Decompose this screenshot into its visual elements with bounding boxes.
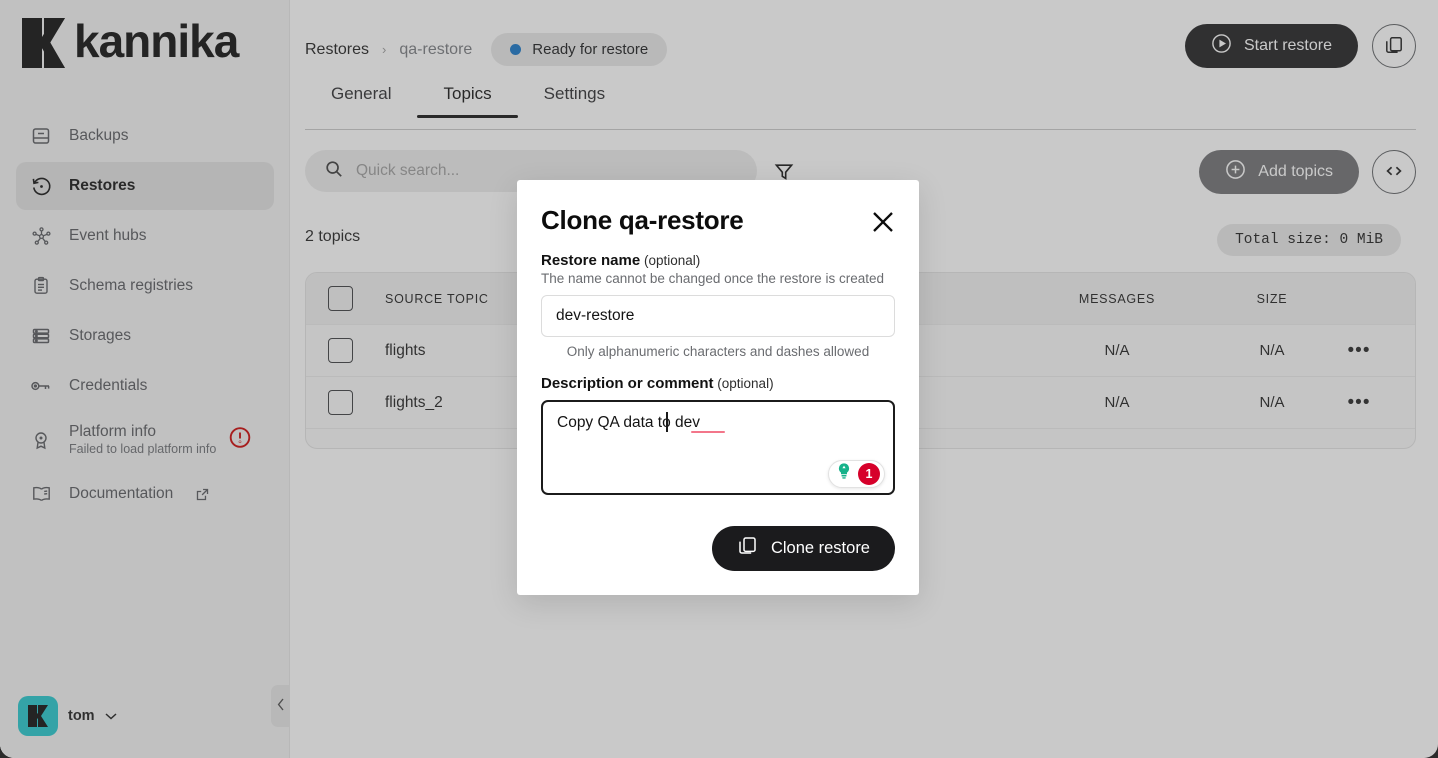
- description-optional-text: (optional): [713, 375, 774, 391]
- copy-icon: [737, 535, 758, 561]
- text-caret: [666, 411, 668, 432]
- description-label-text: Description or comment: [541, 374, 714, 392]
- dialog-title: Clone qa-restore: [541, 205, 744, 235]
- grammar-assistant-badge[interactable]: 1: [828, 459, 885, 488]
- restore-name-input[interactable]: [541, 294, 895, 337]
- clone-restore-submit-button[interactable]: Clone restore: [711, 525, 895, 571]
- dialog-footer: Clone restore: [541, 525, 895, 571]
- clone-restore-dialog: Clone qa-restore Restore name (optional)…: [517, 180, 919, 595]
- close-icon: [869, 212, 897, 239]
- restore-name-optional-text: (optional): [640, 252, 701, 268]
- grammar-issue-count: 1: [858, 462, 880, 485]
- restore-name-hint: Only alphanumeric characters and dashes …: [566, 343, 870, 359]
- restore-name-label-text: Restore name: [541, 251, 641, 269]
- close-dialog-button[interactable]: [869, 208, 897, 236]
- restore-name-help: The name cannot be changed once the rest…: [541, 270, 884, 286]
- restore-name-label: Restore name (optional): [541, 252, 895, 269]
- app-window: kannika Backups Restores Event hubs Sche…: [0, 0, 1438, 758]
- description-label: Description or comment (optional): [541, 375, 895, 392]
- grammar-bulb-icon: [833, 460, 855, 487]
- clone-restore-submit-label: Clone restore: [770, 538, 870, 557]
- description-field-wrap: 1: [541, 399, 895, 500]
